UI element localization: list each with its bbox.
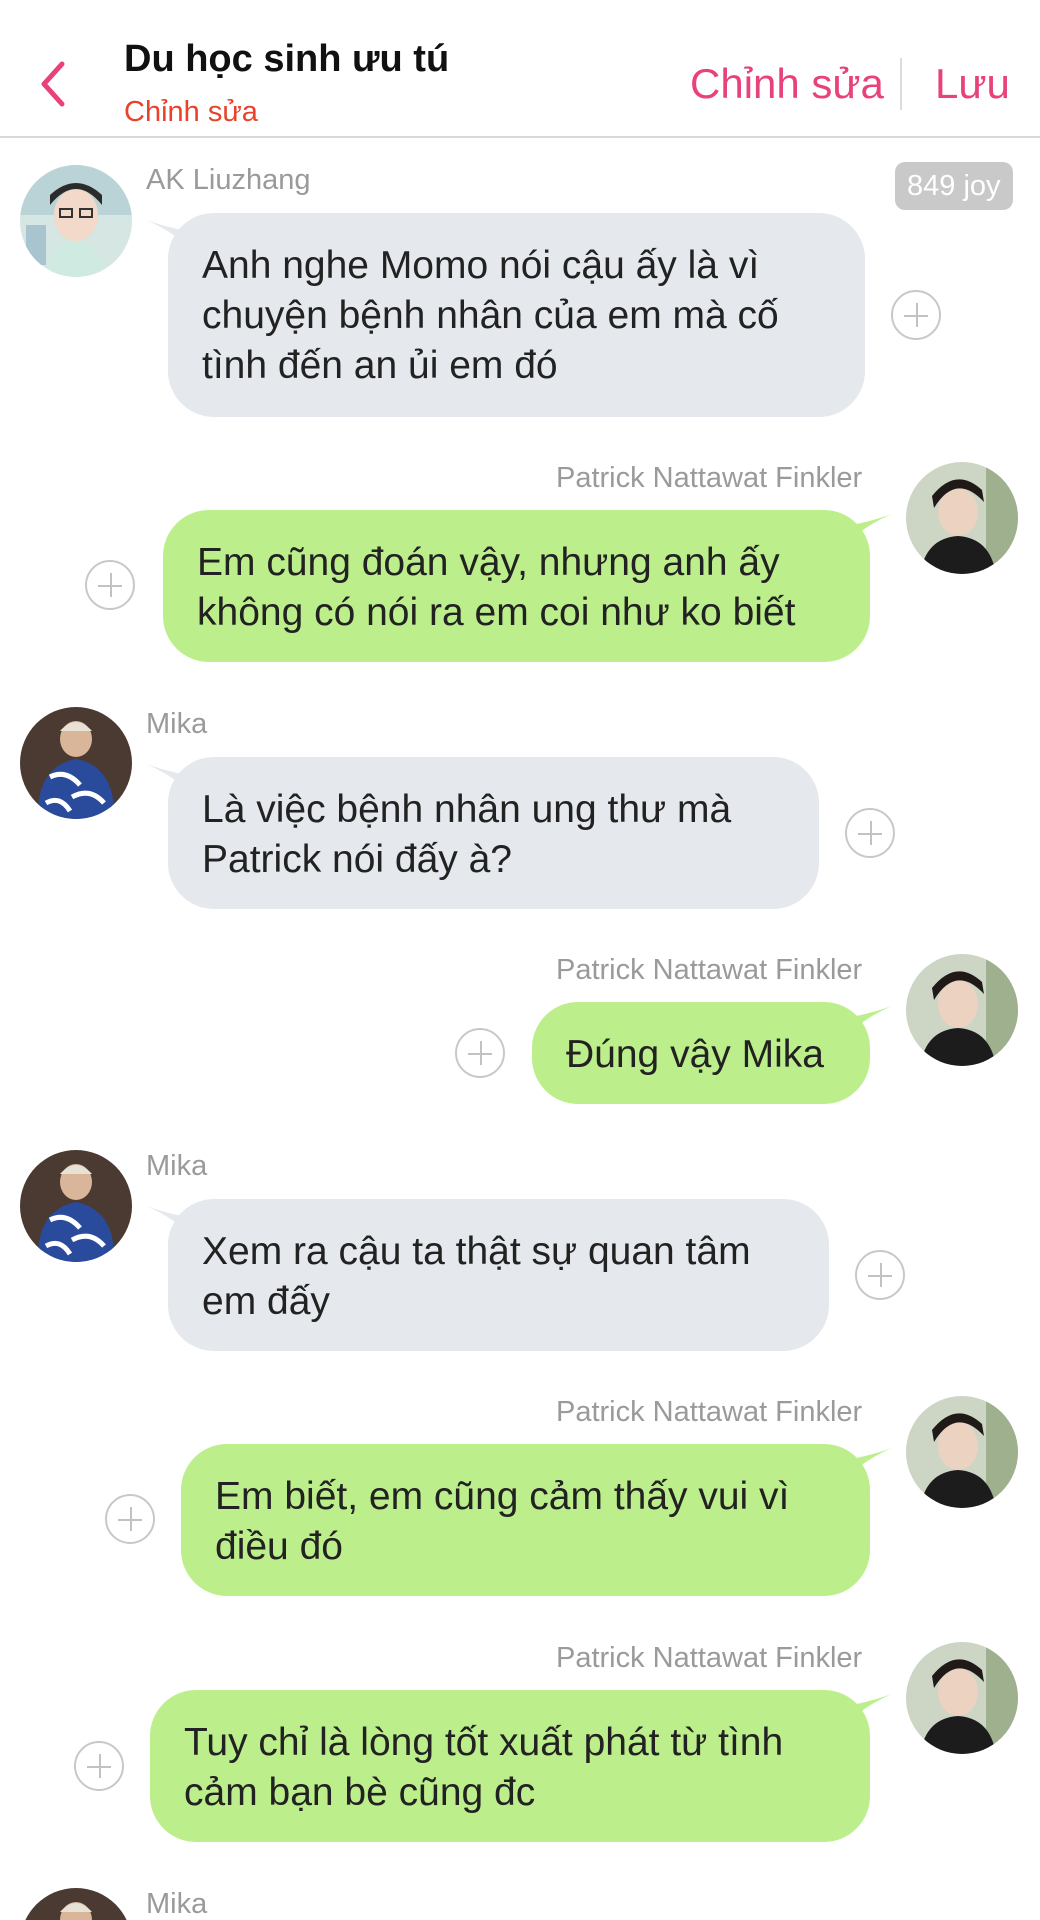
message-bubble[interactable]: Tuy chỉ là lòng tốt xuất phát từ tình cả… bbox=[150, 1690, 870, 1842]
sender-name: Patrick Nattawat Finkler bbox=[556, 954, 863, 986]
message-bubble[interactable]: Là việc bệnh nhân ung thư mà Patrick nói… bbox=[168, 757, 819, 909]
save-button[interactable]: Lưu bbox=[935, 60, 1010, 108]
add-reaction-button[interactable] bbox=[105, 1494, 155, 1544]
sender-name: Patrick Nattawat Finkler bbox=[556, 1642, 863, 1674]
message-bubble[interactable]: Đúng vậy Mika bbox=[532, 1002, 870, 1104]
avatar-mika[interactable] bbox=[20, 1888, 132, 1920]
avatar-ak-liuzhang[interactable] bbox=[20, 165, 132, 277]
page-subtitle[interactable]: Chỉnh sửa bbox=[124, 96, 258, 129]
avatar-mika[interactable] bbox=[20, 1150, 132, 1262]
sender-name: Mika bbox=[146, 708, 208, 740]
avatar-patrick[interactable] bbox=[906, 1396, 1018, 1508]
message-bubble[interactable]: Xem ra cậu ta thật sự quan tâm em đấy bbox=[168, 1199, 829, 1351]
add-reaction-button[interactable] bbox=[85, 560, 135, 610]
message-bubble[interactable]: Anh nghe Momo nói cậu ấy là vì chuyện bệ… bbox=[168, 213, 865, 417]
sender-name: Mika bbox=[146, 1150, 208, 1182]
add-reaction-button[interactable] bbox=[891, 290, 941, 340]
sender-name: Mika bbox=[146, 1888, 208, 1920]
sender-name: Patrick Nattawat Finkler bbox=[556, 1396, 863, 1428]
avatar-mika[interactable] bbox=[20, 707, 132, 819]
sender-name: AK Liuzhang bbox=[146, 164, 311, 196]
header-divider bbox=[900, 58, 902, 110]
add-reaction-button[interactable] bbox=[845, 808, 895, 858]
add-reaction-button[interactable] bbox=[455, 1028, 505, 1078]
add-reaction-button[interactable] bbox=[74, 1741, 124, 1791]
joy-badge: 849 joy bbox=[895, 162, 1013, 210]
chat-list[interactable]: AK Liuzhang 849 joy Anh nghe Momo nói cậ… bbox=[0, 140, 1040, 1920]
sender-name: Patrick Nattawat Finkler bbox=[556, 462, 863, 494]
back-button[interactable] bbox=[34, 58, 74, 110]
avatar-patrick[interactable] bbox=[906, 1642, 1018, 1754]
chevron-left-icon bbox=[41, 61, 65, 107]
add-reaction-button[interactable] bbox=[855, 1250, 905, 1300]
message-bubble[interactable]: Em cũng đoán vậy, nhưng anh ấy không có … bbox=[163, 510, 870, 662]
avatar-patrick[interactable] bbox=[906, 954, 1018, 1066]
message-bubble[interactable]: Em biết, em cũng cảm thấy vui vì điều đó bbox=[181, 1444, 870, 1596]
edit-button[interactable]: Chỉnh sửa bbox=[690, 60, 884, 108]
chat-header: Du học sinh ưu tú Chỉnh sửa Chỉnh sửa Lư… bbox=[0, 0, 1040, 138]
avatar-patrick[interactable] bbox=[906, 462, 1018, 574]
page-title: Du học sinh ưu tú bbox=[124, 38, 450, 80]
